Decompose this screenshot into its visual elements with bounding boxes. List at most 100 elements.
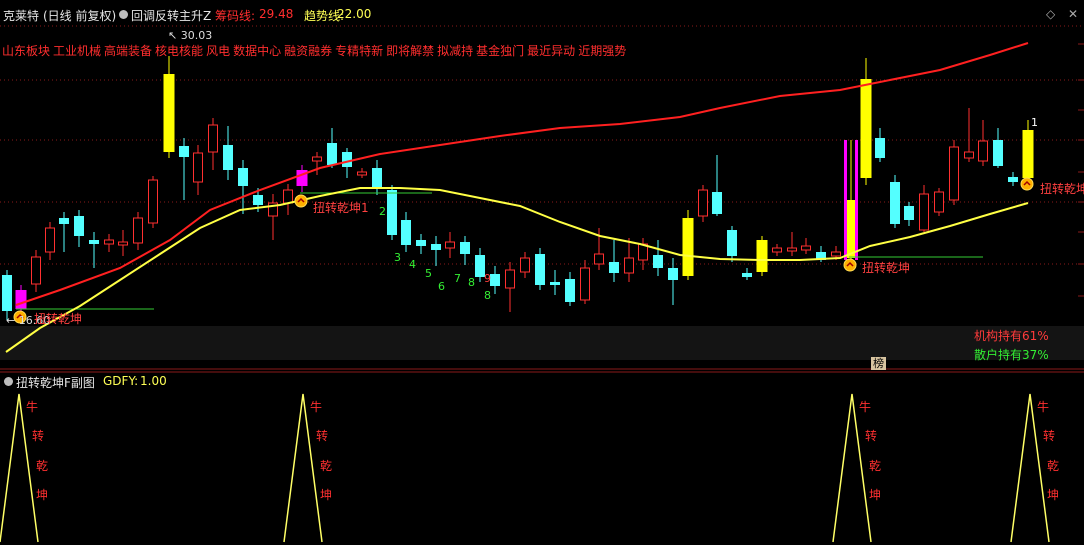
candles (2, 56, 1034, 320)
candle-body (342, 152, 352, 167)
candle-body (118, 241, 128, 246)
support-lines (16, 192, 983, 310)
candle-body (74, 216, 84, 236)
candle-body (208, 124, 218, 153)
candle-body (2, 275, 12, 311)
candle-body (490, 274, 500, 286)
candle-body (653, 255, 663, 268)
signal-label: 扭转乾坤 (862, 261, 911, 275)
candle-body (1022, 130, 1034, 178)
signal-coin-icon (843, 258, 857, 272)
candle-body (964, 151, 974, 159)
candle-body (387, 190, 397, 235)
signal-char: 乾 (1047, 459, 1059, 473)
candle-body (934, 191, 944, 213)
candle-body (460, 242, 470, 254)
candle-body (179, 146, 189, 157)
gdfy-spike (1010, 393, 1050, 543)
sub-chart-header: 扭转乾坤F副图 GDFY: 1.00 (0, 372, 1084, 390)
candle-body (327, 143, 337, 165)
signal-char: 牛 (310, 399, 322, 414)
candle-body (949, 146, 959, 201)
signal-char: 牛 (859, 399, 871, 414)
candle-body (357, 171, 367, 176)
signal-label-cut: 扭转乾坤 (1040, 182, 1084, 196)
candle-body (253, 195, 263, 205)
signal-coin-icon (1020, 177, 1034, 191)
sub-chart-title[interactable]: 扭转乾坤F副图 (16, 374, 95, 391)
candle-body (756, 240, 768, 272)
candle-body (416, 240, 426, 246)
gdfy-value: 1.00 (140, 374, 167, 388)
candle-body (104, 239, 114, 245)
candle-body (845, 200, 857, 258)
count-label: 1 (1031, 116, 1038, 129)
signal-char: 坤 (36, 487, 48, 502)
signal-char: 转 (1043, 428, 1055, 443)
candle-body (580, 267, 590, 301)
right-scale-ticks (1078, 43, 1084, 297)
signal-label: 扭转乾坤 (34, 312, 83, 326)
count-label: 7 (454, 272, 461, 285)
count-label: 8 (484, 289, 491, 302)
signal-char: 转 (865, 428, 877, 443)
price-chart[interactable]: 1234567 8 98 牛转乾坤牛转乾坤牛转乾坤牛转乾坤 (0, 0, 1084, 545)
candle-edge (844, 140, 847, 260)
candle-edge (855, 140, 858, 260)
candle-body (890, 182, 900, 224)
candle-body (312, 156, 322, 162)
candle-body (520, 257, 530, 273)
candle-body (89, 240, 99, 244)
count-label: 5 (425, 267, 432, 280)
signal-coin-icon (294, 194, 308, 208)
candle-body (668, 268, 678, 280)
candle-body (163, 74, 175, 152)
signal-char: 坤 (320, 487, 332, 502)
candle-body (193, 152, 203, 183)
candle-body (148, 179, 158, 224)
candle-body (431, 244, 441, 250)
candle-body (609, 262, 619, 273)
candle-body (31, 256, 41, 285)
candle-body (535, 254, 545, 285)
candle-body (372, 168, 382, 188)
signal-char: 乾 (869, 459, 881, 473)
count-label: 8 (468, 276, 475, 289)
candle-body (445, 241, 455, 249)
circle-collapse-icon[interactable] (4, 377, 13, 386)
candle-body (978, 140, 988, 162)
candle-body (401, 220, 411, 245)
candle-body (682, 218, 694, 276)
bang-badge[interactable]: 榜 (871, 357, 886, 370)
candle-body (15, 290, 27, 309)
candle-body (223, 145, 233, 170)
signal-label-1: 扭转乾坤1 (313, 201, 369, 215)
candle-body (712, 192, 722, 214)
signal-char: 乾 (36, 459, 48, 473)
candle-body (283, 189, 293, 204)
count-label: 6 (438, 280, 445, 293)
high-price-label: ↖ 30.03 (168, 29, 213, 42)
sub-chart: 牛转乾坤 牛转乾坤 牛转乾坤 牛转乾坤 (0, 393, 1059, 543)
candle-body (801, 245, 811, 251)
retail-holding: 散户持有37% (974, 348, 1049, 362)
signal-char: 坤 (1047, 487, 1059, 502)
candle-body (772, 247, 782, 253)
candle-body (742, 273, 752, 277)
candle-body (624, 257, 634, 274)
signal-char: 坤 (869, 487, 881, 502)
gdfy-spike (832, 393, 872, 543)
candle-body (133, 217, 143, 244)
candle-body (831, 251, 841, 257)
count-label: 9 (484, 272, 491, 285)
candle-body (238, 168, 248, 186)
candle-body (550, 282, 560, 285)
candle-body (875, 138, 885, 158)
candle-body (904, 206, 914, 220)
count-label: 3 (394, 251, 401, 264)
signal-char: 牛 (1037, 399, 1049, 414)
candle-body (993, 140, 1003, 166)
candle-body (727, 230, 737, 256)
candle-body (565, 279, 575, 302)
signal-char: 转 (32, 428, 44, 443)
